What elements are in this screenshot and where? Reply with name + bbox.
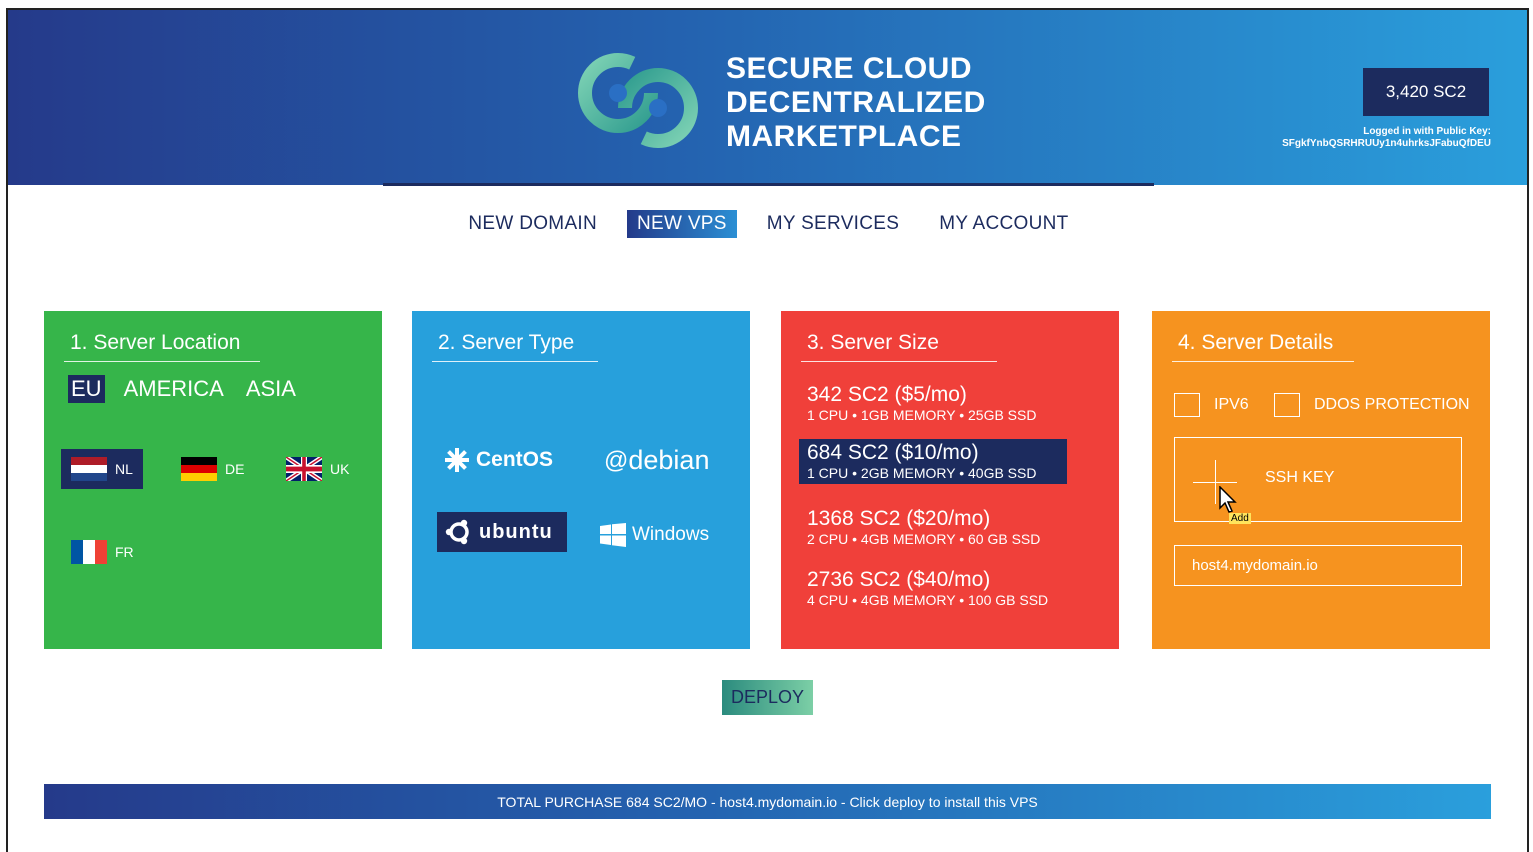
purchase-summary-text: TOTAL PURCHASE 684 SC2/MO - host4.mydoma…: [497, 793, 1038, 810]
brand-title: SECURE CLOUD DECENTRALIZED MARKETPLACE: [726, 52, 986, 154]
country-option-uk[interactable]: UK: [276, 449, 359, 489]
deploy-button[interactable]: DEPLOY: [722, 680, 813, 715]
ddos-option[interactable]: DDOS PROTECTION: [1274, 393, 1470, 417]
login-info: Logged in with Public Key: SFgkfYnbQSRHR…: [1282, 126, 1491, 150]
os-option-debian[interactable]: @ debian: [596, 439, 717, 482]
size-price: 1368 SC2 ($20/mo): [807, 507, 991, 530]
server-details-panel: 4. Server Details IPV6 DDOS PROTECTION S…: [1152, 311, 1490, 649]
country-option-nl[interactable]: NL: [61, 449, 143, 489]
header-divider: [383, 183, 1154, 186]
size-spec: 1 CPU • 2GB MEMORY • 40GB SSD: [807, 465, 1037, 481]
server-location-panel: 1. Server Location EU AMERICA ASIA NL DE…: [44, 311, 382, 649]
ipv6-label: IPV6: [1214, 396, 1249, 413]
country-label: FR: [115, 544, 134, 560]
header-banner: SECURE CLOUD DECENTRALIZED MARKETPLACE 3…: [8, 10, 1527, 185]
ubuntu-icon: [445, 519, 469, 545]
region-tab-eu[interactable]: EU: [68, 375, 105, 403]
ddos-checkbox[interactable]: [1274, 393, 1300, 417]
ipv6-checkbox[interactable]: [1174, 393, 1200, 417]
size-price: 684 SC2 ($10/mo): [807, 441, 979, 464]
country-label: UK: [330, 461, 350, 477]
size-spec: 1 CPU • 1GB MEMORY • 25GB SSD: [807, 407, 1037, 423]
brand-line: SECURE CLOUD: [726, 52, 973, 85]
add-tooltip: Add: [1229, 513, 1251, 524]
region-tabs: EU AMERICA ASIA: [68, 375, 299, 403]
brand-line: DECENTRALIZED: [726, 86, 986, 119]
mouse-cursor-icon: [1219, 486, 1237, 513]
nav-my-services[interactable]: MY SERVICES: [757, 210, 909, 238]
ssh-key-dropzone[interactable]: SSH KEY Add: [1174, 437, 1462, 524]
size-spec: 2 CPU • 4GB MEMORY • 60 GB SSD: [807, 531, 1041, 547]
brand-line: MARKETPLACE: [726, 120, 962, 153]
size-option[interactable]: 1368 SC2 ($20/mo) 2 CPU • 4GB MEMORY • 6…: [799, 505, 1048, 550]
size-option-selected[interactable]: 684 SC2 ($10/mo) 1 CPU • 2GB MEMORY • 40…: [799, 439, 1067, 484]
app-window: SECURE CLOUD DECENTRALIZED MARKETPLACE 3…: [6, 8, 1529, 852]
os-label: Windows: [632, 524, 710, 545]
windows-icon: [600, 523, 626, 547]
ipv6-option[interactable]: IPV6: [1174, 393, 1249, 417]
france-flag-icon: [71, 540, 107, 564]
size-spec: 4 CPU • 4GB MEMORY • 100 GB SSD: [807, 592, 1049, 608]
country-option-fr[interactable]: FR: [61, 532, 144, 572]
region-tab-america[interactable]: AMERICA: [121, 375, 227, 403]
nav-new-vps[interactable]: NEW VPS: [627, 210, 737, 238]
main-nav: NEW DOMAIN NEW VPS MY SERVICES MY ACCOUN…: [8, 210, 1527, 238]
country-option-de[interactable]: DE: [171, 449, 254, 489]
hostname-input[interactable]: [1174, 545, 1462, 586]
ssh-key-label: SSH KEY: [1265, 469, 1335, 486]
panel-title: 2. Server Type: [432, 331, 598, 362]
server-type-panel: 2. Server Type CentOS @ debian ubuntu Wi…: [412, 311, 750, 649]
logo-icon: [578, 53, 698, 148]
purchase-summary-bar: TOTAL PURCHASE 684 SC2/MO - host4.mydoma…: [44, 784, 1491, 819]
nav-new-domain[interactable]: NEW DOMAIN: [458, 210, 607, 238]
country-label: NL: [115, 461, 133, 477]
size-price: 342 SC2 ($5/mo): [807, 383, 967, 406]
login-label: Logged in with Public Key:: [1363, 126, 1491, 137]
os-option-centos[interactable]: CentOS: [436, 441, 561, 479]
centos-icon: [445, 448, 469, 472]
os-option-ubuntu[interactable]: ubuntu: [437, 512, 567, 552]
size-option[interactable]: 342 SC2 ($5/mo) 1 CPU • 1GB MEMORY • 25G…: [799, 381, 1044, 426]
netherlands-flag-icon: [71, 457, 107, 481]
country-label: DE: [225, 461, 245, 477]
server-size-panel: 3. Server Size 342 SC2 ($5/mo) 1 CPU • 1…: [781, 311, 1119, 649]
nav-my-account[interactable]: MY ACCOUNT: [929, 210, 1078, 238]
os-label: CentOS: [476, 448, 554, 471]
panel-title: 3. Server Size: [801, 331, 997, 362]
debian-swirl-icon: @: [604, 446, 629, 474]
os-option-windows[interactable]: Windows: [592, 517, 717, 553]
germany-flag-icon: [181, 457, 217, 481]
plus-icon: [1215, 460, 1216, 504]
public-key: SFgkfYnbQSRHRUUy1n4uhrksJFabuQfDEU: [1282, 138, 1491, 149]
region-tab-asia[interactable]: ASIA: [243, 375, 299, 403]
balance-button[interactable]: 3,420 SC2: [1363, 68, 1489, 116]
panel-title: 4. Server Details: [1172, 331, 1354, 362]
panel-title: 1. Server Location: [64, 331, 260, 362]
size-option[interactable]: 2736 SC2 ($40/mo) 4 CPU • 4GB MEMORY • 1…: [799, 566, 1056, 611]
size-price: 2736 SC2 ($40/mo): [807, 568, 991, 591]
os-label: ubuntu: [479, 520, 553, 543]
os-label: debian: [628, 445, 710, 475]
ddos-label: DDOS PROTECTION: [1314, 396, 1470, 413]
uk-flag-icon: [286, 457, 322, 481]
